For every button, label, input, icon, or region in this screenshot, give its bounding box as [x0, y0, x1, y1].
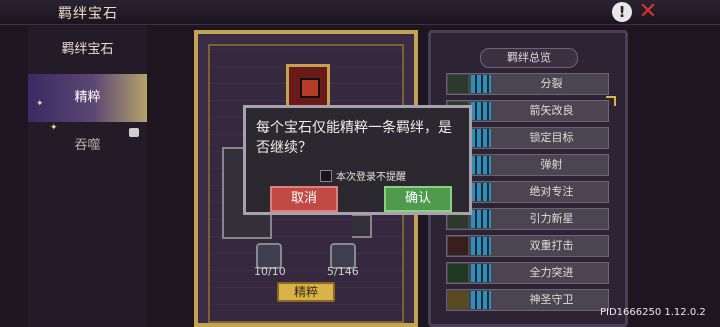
background-subwindow-edge — [352, 214, 372, 238]
bond-icon — [448, 75, 468, 93]
selection-marker-icon — [606, 96, 616, 106]
tab-refine-label: 精粹 — [74, 90, 101, 105]
level-bars-icon — [471, 210, 491, 228]
cancel-button[interactable]: 取消 — [270, 186, 338, 212]
bond-row-split[interactable]: 分裂 — [446, 73, 609, 95]
bond-label: 绝对专注 — [529, 185, 574, 198]
gem-slot[interactable] — [286, 64, 330, 108]
tab-refine[interactable]: ✦ ✦ 精粹 — [28, 74, 147, 133]
top-bar: 羁绊宝石 ! ✕ — [0, 0, 720, 25]
level-bars-icon — [471, 291, 491, 309]
level-bars-icon — [471, 129, 491, 147]
bond-label: 双重打击 — [529, 239, 574, 252]
level-bars-icon — [471, 75, 491, 93]
level-bars-icon — [471, 156, 491, 174]
page-title: 羁绊宝石 — [58, 6, 118, 22]
star-decoration: ✦ — [36, 99, 44, 109]
help-button[interactable]: ! — [612, 2, 632, 22]
bond-label: 引力新星 — [529, 212, 574, 225]
level-bars-icon — [471, 102, 491, 120]
bond-label: 全力突进 — [529, 266, 574, 279]
version-pid: PID1666250 1.12.0.2 — [600, 307, 706, 318]
bond-row-full-charge[interactable]: 全力突进 — [446, 262, 609, 284]
left-count: 10/10 — [254, 265, 286, 278]
bond-row-double-strike[interactable]: 双重打击 — [446, 235, 609, 257]
confirm-dialog: 每个宝石仅能精粹一条羁绊，是否继续？ 本次登录不提醒 取消 确认 — [243, 105, 472, 215]
bond-icon — [448, 237, 468, 255]
confirm-button[interactable]: 确认 — [384, 186, 452, 212]
tab-devour-label: 吞噬 — [74, 138, 101, 153]
close-button[interactable]: ✕ — [637, 1, 659, 23]
right-count: 5/146 — [327, 265, 359, 278]
bond-overview-title: 羁绊总览 — [480, 48, 578, 68]
bond-label: 神圣守卫 — [529, 293, 574, 306]
lock-icon — [129, 128, 139, 137]
dont-remind-checkbox[interactable] — [320, 170, 332, 182]
tab-devour[interactable]: 吞噬 — [28, 122, 147, 170]
bond-label: 箭矢改良 — [529, 104, 574, 117]
level-bars-icon — [471, 264, 491, 282]
level-bars-icon — [471, 183, 491, 201]
dialog-message: 每个宝石仅能精粹一条羁绊，是否继续？ — [256, 120, 452, 156]
bond-label: 锁定目标 — [529, 131, 574, 144]
gem-icon — [300, 78, 320, 98]
sidebar: 羁绊宝石 ✦ ✦ 精粹 吞噬 — [28, 26, 147, 327]
bond-icon — [448, 264, 468, 282]
dont-remind-label: 本次登录不提醒 — [336, 172, 406, 183]
bond-label: 弹射 — [540, 158, 563, 171]
bond-row-holy-guard[interactable]: 神圣守卫 — [446, 289, 609, 311]
bond-label: 分裂 — [540, 77, 563, 90]
refine-button[interactable]: 精粹 — [277, 282, 335, 302]
level-bars-icon — [471, 237, 491, 255]
tab-bond-gems[interactable]: 羁绊宝石 — [28, 26, 147, 74]
bond-icon — [448, 291, 468, 309]
